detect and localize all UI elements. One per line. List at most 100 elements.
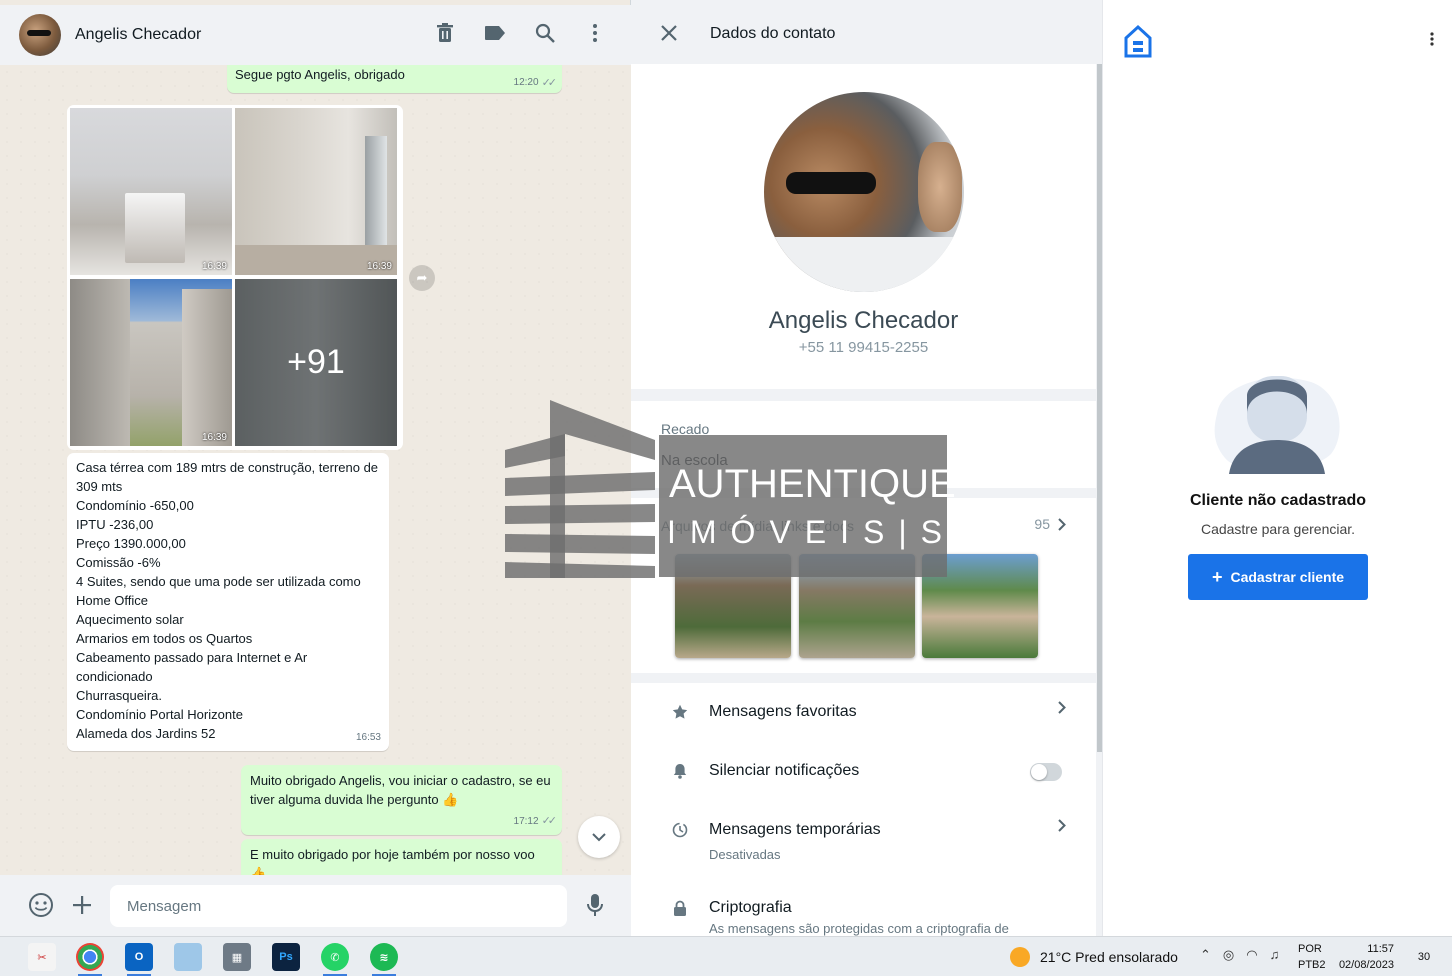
register-client-label: Cadastrar cliente (1230, 569, 1345, 585)
close-icon[interactable] (656, 20, 682, 46)
user-placeholder-icon (1211, 374, 1343, 478)
lock-icon (671, 899, 689, 917)
scroll-down-button[interactable] (578, 816, 620, 858)
calculator-icon[interactable]: ▦ (223, 943, 251, 971)
media-label[interactable]: Arquivos de mídia, links e docs (661, 518, 854, 534)
encryption-row[interactable]: Criptografia As mensagens são protegidas… (631, 879, 1096, 937)
row-title: Mensagens temporárias (709, 821, 881, 838)
label-icon[interactable] (481, 19, 509, 47)
clock[interactable]: 11:57 02/08/2023 (1334, 941, 1394, 973)
chrome-icon[interactable] (76, 943, 104, 976)
photo-time: 16:39 (201, 432, 227, 443)
file-explorer-icon[interactable] (174, 943, 202, 971)
message-text: Muito obrigado Angelis, vou iniciar o ca… (250, 773, 551, 807)
album-photo[interactable]: 16:39 (70, 279, 232, 446)
chevron-right-icon (1058, 517, 1066, 531)
emoji-icon[interactable] (21, 885, 61, 925)
album-photo-more[interactable]: +91 (235, 279, 397, 446)
contact-header: Dados do contato (631, 5, 1102, 64)
notification-center-icon[interactable]: 30 (1410, 945, 1438, 969)
notification-count: 30 (1417, 951, 1431, 963)
profile-name: Angelis Checador (768, 307, 959, 334)
trash-icon[interactable] (431, 19, 459, 47)
register-client-button[interactable]: + Cadastrar cliente (1188, 554, 1368, 600)
album-photo[interactable]: 16:39 (70, 108, 232, 275)
message-text: Segue pgto Angelis, obrigado (235, 67, 405, 82)
menu-icon[interactable] (1430, 30, 1434, 51)
row-subtitle: Desativadas (709, 847, 781, 862)
chevron-down-icon (592, 832, 606, 841)
outlook-icon[interactable]: O (125, 943, 153, 976)
wifi-icon[interactable]: ◠ (1246, 947, 1257, 963)
mute-toggle[interactable] (1030, 763, 1062, 781)
language-code: POR (1298, 943, 1322, 955)
system-tray: ⌃ ◎ ◠ ♫ (1200, 947, 1279, 963)
media-card[interactable]: Arquivos de mídia, links e docs 95 (631, 498, 1096, 673)
whatsapp-icon[interactable]: ✆ (321, 943, 349, 976)
spotify-icon[interactable]: ≋ (370, 943, 398, 976)
row-title: Criptografia (709, 899, 792, 916)
media-thumbnail[interactable] (675, 554, 791, 658)
forward-icon[interactable]: ➦ (409, 265, 435, 291)
chat-avatar[interactable] (19, 14, 61, 56)
profile-photo[interactable] (764, 92, 964, 292)
attach-plus-icon[interactable] (62, 885, 102, 925)
message-outgoing[interactable]: E muito obrigado por hoje também por nos… (241, 839, 562, 875)
microphone-icon[interactable] (575, 885, 615, 925)
message-list[interactable]: Segue pgto Angelis, obrigado 12:20 ✓✓ 16:… (0, 65, 631, 875)
crm-panel: Cliente não cadastrado Cadastre para ger… (1102, 0, 1452, 936)
album-photo[interactable]: 16:39 (235, 108, 397, 275)
row-title: Mensagens favoritas (709, 703, 857, 720)
message-outgoing[interactable]: Muito obrigado Angelis, vou iniciar o ca… (241, 765, 562, 835)
screen: Angelis Checador Segue pgto Angelis, obr… (0, 0, 1452, 976)
chevron-right-icon (1058, 701, 1066, 719)
message-incoming[interactable]: Casa térrea com 189 mtrs de construção, … (67, 453, 389, 751)
photo-time: 16:39 (366, 261, 392, 272)
chevron-right-icon (1058, 819, 1066, 837)
double-check-icon: ✓✓ (541, 815, 558, 827)
message-outgoing[interactable]: Segue pgto Angelis, obrigado 12:20 ✓✓ (227, 65, 562, 93)
menu-icon[interactable] (581, 19, 609, 47)
photoshop-icon[interactable]: Ps (272, 943, 300, 971)
disappearing-messages-row[interactable]: Mensagens temporárias Desativadas (631, 801, 1096, 862)
chevron-up-icon[interactable]: ⌃ (1200, 947, 1211, 963)
starred-messages-row[interactable]: Mensagens favoritas (631, 683, 1096, 741)
about-value: Na escola (661, 452, 728, 469)
more-photos-count: +91 (235, 279, 397, 446)
network-icon[interactable]: ◎ (1223, 947, 1234, 963)
media-thumbnail[interactable] (922, 554, 1038, 658)
message-time: 17:12 (513, 816, 539, 827)
search-icon[interactable] (531, 19, 559, 47)
chat-panel: Angelis Checador Segue pgto Angelis, obr… (0, 0, 631, 936)
plus-icon: + (1211, 566, 1223, 587)
bell-icon (671, 762, 689, 780)
message-time: 16:53 (355, 732, 381, 743)
media-thumbnail[interactable] (799, 554, 915, 658)
weather-widget[interactable]: 21°C Pred ensolarado (1010, 947, 1178, 967)
profile-phone: +55 11 99415-2255 (798, 339, 929, 356)
message-meta: 12:20 ✓✓ (513, 76, 558, 89)
sun-icon (1010, 947, 1030, 967)
clock-time: 11:57 (1367, 943, 1394, 955)
mute-row[interactable]: Silenciar notificações (631, 742, 1096, 800)
crm-empty-title: Cliente não cadastrado (1189, 492, 1367, 509)
language-indicator[interactable]: POR PTB2 (1298, 941, 1326, 973)
volume-icon[interactable]: ♫ (1270, 947, 1280, 963)
home-icon[interactable] (1123, 24, 1153, 58)
message-meta: 17:12 ✓✓ (513, 812, 558, 831)
about-label: Recado (661, 421, 710, 437)
snipping-tool-icon[interactable]: ✂ (28, 943, 56, 971)
message-text: Casa térrea com 189 mtrs de construção, … (76, 460, 379, 741)
message-input[interactable]: Mensagem (110, 885, 567, 927)
taskbar: ✂ O ▦ Ps ✆ ≋ 21°C Pred ensolarado ⌃ ◎ ◠ … (0, 936, 1452, 976)
settings-card: Mensagens favoritas Silenciar notificaçõ… (631, 683, 1096, 936)
keyboard-layout: PTB2 (1298, 959, 1326, 971)
media-count[interactable]: 95 (1034, 516, 1066, 532)
row-subtitle: As mensagens são protegidas com a cripto… (709, 921, 1009, 936)
message-time: 12:20 (513, 77, 539, 88)
chat-header-actions (431, 19, 609, 47)
contact-info-panel: Dados do contato Angelis Checador +55 11… (631, 0, 1102, 936)
photo-album[interactable]: 16:39 16:39 16:39 +91 (67, 105, 403, 450)
chat-contact-name[interactable]: Angelis Checador (75, 26, 201, 44)
star-icon (671, 703, 689, 721)
